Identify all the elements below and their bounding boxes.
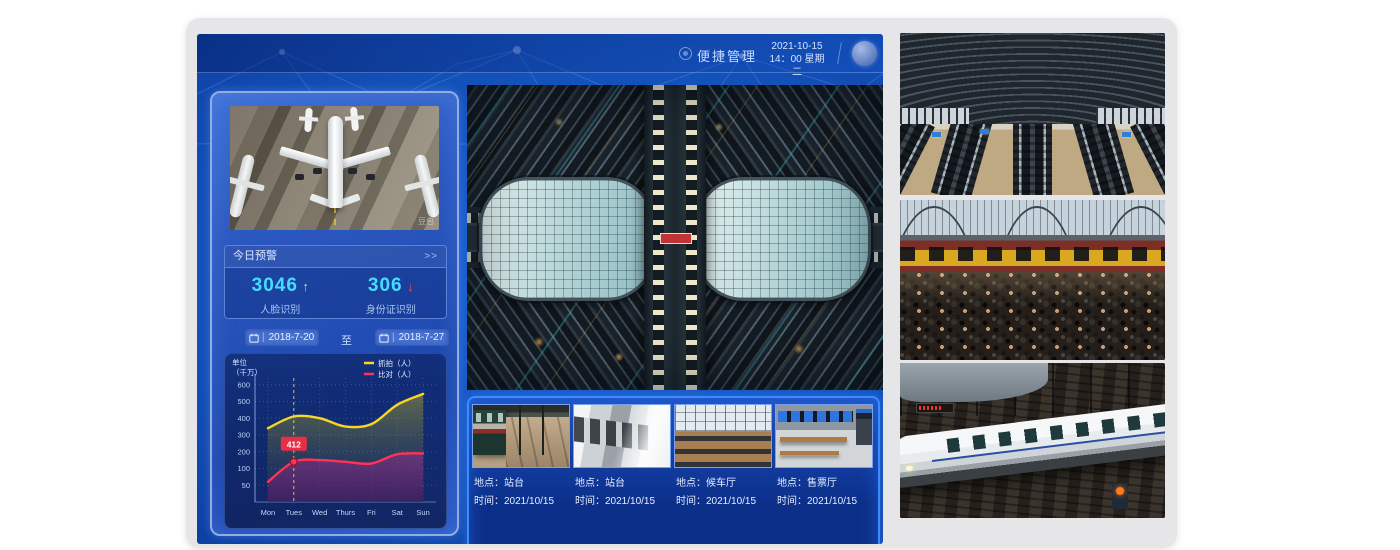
svg-text:比对（人）: 比对（人）: [378, 369, 416, 379]
camera-location: 地点：售票厅: [777, 474, 873, 489]
end-date-value: 2018-7-27: [399, 332, 445, 343]
svg-text:Sun: Sun: [416, 508, 429, 517]
app-logo-icon: [679, 47, 692, 60]
header-divider: [837, 42, 842, 64]
ticket-hall-camera-image: [775, 404, 873, 468]
svg-text:Mon: Mon: [261, 508, 276, 517]
platform-camera-image: [472, 404, 570, 468]
date-text: 2021-10-15: [765, 40, 829, 53]
to-label: 至: [341, 332, 352, 348]
camera-time: 时间：2021/10/15: [575, 492, 671, 507]
camera-thumb-2[interactable]: 地点：站台 时间：2021/10/15: [573, 404, 671, 507]
platform-doors-camera-image: [573, 404, 671, 468]
svg-text:600: 600: [237, 380, 250, 389]
camera-location: 地点：候车厅: [676, 474, 772, 489]
waiting-hall-camera-image: [674, 404, 772, 468]
high-speed-train-photo: [900, 363, 1165, 518]
svg-text:Tues: Tues: [286, 508, 303, 517]
time-text: 14：00 星期二: [765, 53, 829, 79]
svg-text:Wed: Wed: [312, 508, 327, 517]
side-plane-left: [230, 153, 256, 218]
svg-text:Sat: Sat: [392, 508, 404, 517]
weekly-line-chart: 412 50 100 200 300 400 500 600 Mon Tues Wed Thurs Fr…: [224, 353, 447, 529]
date-filter-row: | 2018-7-20 至 | 2018-7-27: [224, 329, 445, 349]
chart-canvas: 412 50 100 200 300 400 500 600 Mon Tues Wed Thurs Fr…: [225, 354, 446, 528]
datetime-display: 2021-10-15 14：00 星期二: [765, 40, 829, 79]
side-plane-right: [413, 153, 439, 218]
camera-time: 时间：2021/10/15: [676, 492, 772, 507]
hub-red-sign: [660, 233, 692, 244]
camera-thumb-3[interactable]: 地点：候车厅 时间：2021/10/15: [674, 404, 772, 507]
stat-face-recognition: 3046 ↑ 人脸识别: [225, 275, 336, 316]
calendar-icon: [249, 333, 259, 343]
warning-title: 今日预警: [233, 246, 277, 267]
app-title: 便捷管理: [697, 46, 757, 65]
camera-thumb-4[interactable]: 地点：售票厅 时间：2021/10/15: [775, 404, 873, 507]
stat-id-recognition: 306 ↓ 身份证识别: [336, 275, 447, 316]
camera-time: 时间：2021/10/15: [474, 492, 570, 507]
start-date-value: 2018-7-20: [269, 332, 315, 343]
today-warning-panel: 今日预警 >> 3046 ↑ 人脸识别 306 ↓ 身份证识别: [224, 245, 447, 319]
main-monitor-image: [467, 85, 883, 390]
svg-text:412: 412: [287, 439, 301, 449]
station-train-shed-photo: [900, 33, 1165, 195]
svg-text:300: 300: [237, 431, 250, 440]
user-avatar[interactable]: [852, 41, 877, 66]
camera-thumb-1[interactable]: 地点：站台 时间：2021/10/15: [472, 404, 570, 507]
top-header: 便捷管理 2021-10-15 14：00 星期二: [197, 34, 883, 73]
down-arrow-icon: ↓: [407, 279, 414, 294]
end-date-picker[interactable]: | 2018-7-27: [375, 329, 449, 346]
svg-text:（千万）: （千万）: [232, 367, 262, 377]
camera-location: 地点：站台: [474, 474, 570, 489]
platform-crowd-photo: [900, 200, 1165, 360]
warning-more-link[interactable]: >>: [424, 246, 438, 267]
image-watermark: 豆包: [418, 216, 434, 227]
dashboard-card: 便捷管理 2021-10-15 14：00 星期二: [186, 18, 1177, 548]
airport-apron-image: 豆包: [230, 106, 439, 230]
svg-text:单位: 单位: [232, 357, 247, 367]
svg-text:抓拍（人）: 抓拍（人）: [378, 358, 416, 368]
center-plane: [275, 116, 395, 226]
svg-text:50: 50: [242, 481, 250, 490]
svg-text:Thurs: Thurs: [336, 508, 355, 517]
left-stats-panel: 豆包 今日预警 >> 3046 ↑ 人脸识别 306 ↓ 身份证识: [210, 91, 459, 536]
start-date-picker[interactable]: | 2018-7-20: [245, 329, 319, 346]
svg-text:400: 400: [237, 414, 250, 423]
camera-time: 时间：2021/10/15: [777, 492, 873, 507]
svg-text:200: 200: [237, 447, 250, 456]
camera-location: 地点：站台: [575, 474, 671, 489]
svg-text:100: 100: [237, 464, 250, 473]
svg-text:500: 500: [237, 397, 250, 406]
calendar-icon: [379, 333, 389, 343]
dashboard: 便捷管理 2021-10-15 14：00 星期二: [197, 34, 883, 544]
svg-text:Fri: Fri: [367, 508, 376, 517]
up-arrow-icon: ↑: [302, 279, 309, 294]
camera-strip: 地点：站台 时间：2021/10/15 地点：站台 时间：2021/10/15 …: [467, 396, 880, 544]
